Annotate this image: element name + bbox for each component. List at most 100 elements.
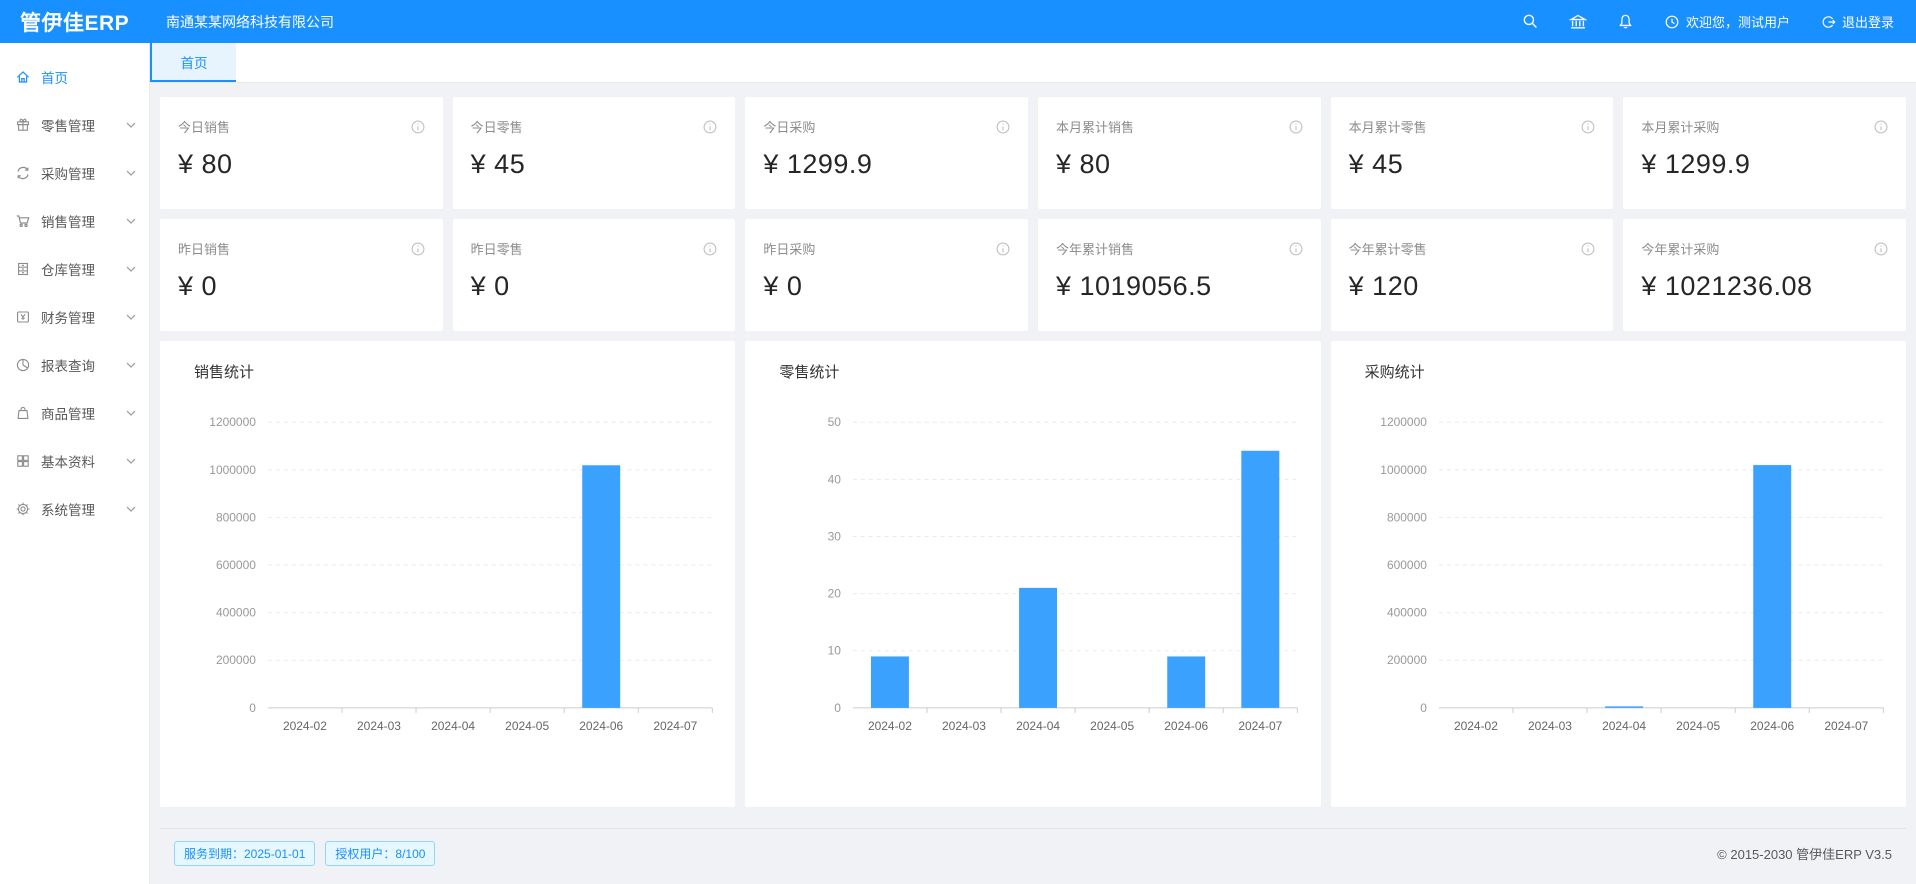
chevron-down-icon <box>126 122 136 128</box>
search-icon <box>1522 13 1539 30</box>
info-icon[interactable] <box>1289 242 1303 256</box>
sidebar-item-finance[interactable]: 财务管理 <box>0 293 149 341</box>
sidebar-item-goods[interactable]: 商品管理 <box>0 389 149 437</box>
user-menu[interactable]: 欢迎您，测试用户 <box>1664 12 1790 31</box>
sidebar-item-label: 系统管理 <box>41 499 126 519</box>
stat-card-year-sales: 今年累计销售 ¥ 1019056.5 <box>1038 219 1321 331</box>
stat-label: 今日零售 <box>471 117 523 136</box>
service-expiry-badge[interactable]: 服务到期：2025-01-01 <box>174 841 315 866</box>
sidebar-item-sales[interactable]: 销售管理 <box>0 197 149 245</box>
info-icon[interactable] <box>411 242 425 256</box>
sidebar-item-label: 仓库管理 <box>41 259 126 279</box>
svg-text:400000: 400000 <box>1387 606 1427 620</box>
stat-card-today-sales: 今日销售 ¥ 80 <box>160 97 443 209</box>
info-icon[interactable] <box>996 120 1010 134</box>
info-icon[interactable] <box>1581 242 1595 256</box>
chart-title: 销售统计 <box>168 361 727 382</box>
info-icon[interactable] <box>411 120 425 134</box>
stat-label: 今年累计销售 <box>1056 239 1134 258</box>
bell-icon <box>1617 13 1634 30</box>
svg-text:2024-05: 2024-05 <box>505 719 549 733</box>
svg-text:1000000: 1000000 <box>209 463 256 477</box>
info-icon[interactable] <box>1581 120 1595 134</box>
sync-icon <box>15 165 31 181</box>
footer-badges: 服务到期：2025-01-01 授权用户：8/100 <box>174 841 435 866</box>
company-name: 南通某某网络科技有限公司 <box>166 12 334 32</box>
stat-card-month-purchase: 本月累计采购 ¥ 1299.9 <box>1623 97 1906 209</box>
svg-text:2024-06: 2024-06 <box>579 719 623 733</box>
stat-value: ¥ 1019056.5 <box>1056 271 1303 302</box>
stat-cards-grid: 今日销售 ¥ 80 今日零售 ¥ 45 今日采购 ¥ 1299.9 本月累计销售 <box>160 97 1906 331</box>
stat-value: ¥ 80 <box>1056 149 1303 180</box>
stat-label: 昨日采购 <box>763 239 815 258</box>
svg-text:2024-07: 2024-07 <box>1239 719 1283 733</box>
purchase-chart: 0200000400000600000800000100000012000002… <box>1339 386 1898 806</box>
stat-value: ¥ 45 <box>1349 149 1596 180</box>
stat-value: ¥ 80 <box>178 149 425 180</box>
svg-text:2024-03: 2024-03 <box>357 719 401 733</box>
info-icon[interactable] <box>1289 120 1303 134</box>
content: 今日销售 ¥ 80 今日零售 ¥ 45 今日采购 ¥ 1299.9 本月累计销售 <box>150 83 1916 884</box>
svg-text:800000: 800000 <box>216 510 256 524</box>
sidebar-item-system[interactable]: 系统管理 <box>0 485 149 533</box>
sidebar-item-home[interactable]: 首页 <box>0 53 149 101</box>
warehouse-icon <box>15 261 31 277</box>
svg-text:2024-04: 2024-04 <box>1016 719 1060 733</box>
stat-value: ¥ 1299.9 <box>763 149 1010 180</box>
svg-text:2024-02: 2024-02 <box>283 719 327 733</box>
info-icon[interactable] <box>703 120 717 134</box>
organization-button[interactable] <box>1569 13 1587 31</box>
chevron-down-icon <box>126 266 136 272</box>
info-icon[interactable] <box>1874 120 1888 134</box>
stat-card-month-sales: 本月累计销售 ¥ 80 <box>1038 97 1321 209</box>
sidebar-item-label: 财务管理 <box>41 307 126 327</box>
svg-text:2024-07: 2024-07 <box>653 719 697 733</box>
stat-label: 今年累计零售 <box>1349 239 1427 258</box>
stat-value: ¥ 0 <box>178 271 425 302</box>
chevron-down-icon <box>126 314 136 320</box>
sidebar-item-basic-data[interactable]: 基本资料 <box>0 437 149 485</box>
stat-label: 昨日销售 <box>178 239 230 258</box>
main-area: 首页 今日销售 ¥ 80 今日零售 ¥ 45 今日采购 <box>150 43 1916 884</box>
logout-button[interactable]: 退出登录 <box>1820 12 1894 31</box>
sidebar-item-reports[interactable]: 报表查询 <box>0 341 149 389</box>
search-button[interactable] <box>1522 13 1539 30</box>
cart-icon <box>15 213 31 229</box>
sidebar-item-purchase[interactable]: 采购管理 <box>0 149 149 197</box>
svg-text:2024-05: 2024-05 <box>1676 719 1720 733</box>
stat-card-year-retail: 今年累计零售 ¥ 120 <box>1331 219 1614 331</box>
copyright-text: © 2015-2030 管伊佳ERP V3.5 <box>1717 844 1892 863</box>
footer: 服务到期：2025-01-01 授权用户：8/100 © 2015-2030 管… <box>160 828 1906 883</box>
chevron-down-icon <box>126 410 136 416</box>
stat-label: 本月累计销售 <box>1056 117 1134 136</box>
money-icon <box>15 309 31 325</box>
topbar: 管伊佳ERP 南通某某网络科技有限公司 欢迎您，测试用户 <box>0 0 1916 43</box>
logout-text: 退出登录 <box>1842 12 1894 31</box>
stat-value: ¥ 1021236.08 <box>1641 271 1888 302</box>
stat-value: ¥ 0 <box>471 271 718 302</box>
chart-title: 采购统计 <box>1339 361 1898 382</box>
info-icon[interactable] <box>703 242 717 256</box>
stat-label: 本月累计零售 <box>1349 117 1427 136</box>
stat-label: 今日销售 <box>178 117 230 136</box>
info-icon[interactable] <box>1874 242 1888 256</box>
stat-card-yesterday-retail: 昨日零售 ¥ 0 <box>453 219 736 331</box>
stat-label: 本月累计采购 <box>1641 117 1719 136</box>
svg-text:0: 0 <box>249 701 256 715</box>
retail-chart: 010203040502024-022024-032024-042024-052… <box>753 386 1312 806</box>
chart-title: 零售统计 <box>753 361 1312 382</box>
svg-text:400000: 400000 <box>216 606 256 620</box>
svg-text:0: 0 <box>1420 701 1427 715</box>
sidebar-item-retail[interactable]: 零售管理 <box>0 101 149 149</box>
info-icon[interactable] <box>996 242 1010 256</box>
licensed-users-badge[interactable]: 授权用户：8/100 <box>325 841 435 866</box>
sidebar-item-warehouse[interactable]: 仓库管理 <box>0 245 149 293</box>
tab-home[interactable]: 首页 <box>150 43 236 82</box>
notifications-button[interactable] <box>1617 13 1634 30</box>
tab-bar: 首页 <box>150 43 1916 83</box>
app-logo: 管伊佳ERP <box>0 7 150 37</box>
sidebar-item-label: 采购管理 <box>41 163 126 183</box>
svg-text:600000: 600000 <box>216 558 256 572</box>
svg-text:40: 40 <box>828 472 842 486</box>
main-layout: 首页 零售管理 采购管理 销售管理 <box>0 43 1916 884</box>
